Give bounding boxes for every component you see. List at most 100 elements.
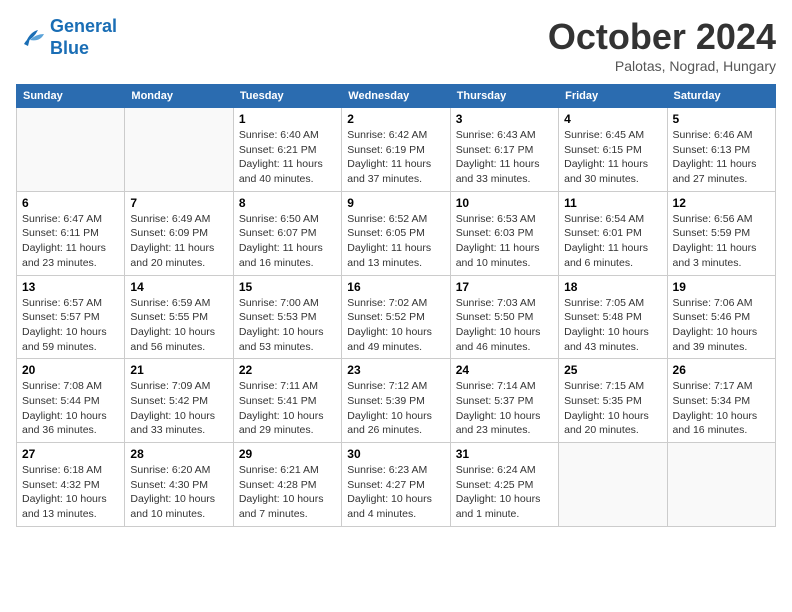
- calendar-cell: 5 Sunrise: 6:46 AM Sunset: 6:13 PM Daylig…: [667, 108, 775, 192]
- calendar-cell: [125, 108, 233, 192]
- page-header: General Blue October 2024 Palotas, Nogra…: [16, 16, 776, 74]
- day-info: Sunrise: 7:17 AM Sunset: 5:34 PM Dayligh…: [673, 379, 770, 438]
- calendar-cell: 1 Sunrise: 6:40 AM Sunset: 6:21 PM Daylig…: [233, 108, 341, 192]
- day-number: 30: [347, 447, 444, 461]
- calendar-cell: 10 Sunrise: 6:53 AM Sunset: 6:03 PM Dayli…: [450, 191, 558, 275]
- day-info: Sunrise: 6:49 AM Sunset: 6:09 PM Dayligh…: [130, 212, 227, 271]
- day-info: Sunrise: 6:45 AM Sunset: 6:15 PM Dayligh…: [564, 128, 661, 187]
- day-number: 21: [130, 363, 227, 377]
- day-info: Sunrise: 7:02 AM Sunset: 5:52 PM Dayligh…: [347, 296, 444, 355]
- day-info: Sunrise: 6:40 AM Sunset: 6:21 PM Dayligh…: [239, 128, 336, 187]
- day-number: 6: [22, 196, 119, 210]
- weekday-header: Wednesday: [342, 85, 450, 108]
- calendar-cell: 6 Sunrise: 6:47 AM Sunset: 6:11 PM Daylig…: [17, 191, 125, 275]
- calendar-table: SundayMondayTuesdayWednesdayThursdayFrid…: [16, 84, 776, 527]
- day-number: 19: [673, 280, 770, 294]
- calendar-cell: 27 Sunrise: 6:18 AM Sunset: 4:32 PM Dayli…: [17, 443, 125, 527]
- day-number: 23: [347, 363, 444, 377]
- day-number: 18: [564, 280, 661, 294]
- day-info: Sunrise: 6:52 AM Sunset: 6:05 PM Dayligh…: [347, 212, 444, 271]
- day-info: Sunrise: 7:15 AM Sunset: 5:35 PM Dayligh…: [564, 379, 661, 438]
- calendar-cell: 2 Sunrise: 6:42 AM Sunset: 6:19 PM Daylig…: [342, 108, 450, 192]
- day-number: 17: [456, 280, 553, 294]
- day-number: 22: [239, 363, 336, 377]
- day-number: 10: [456, 196, 553, 210]
- day-number: 26: [673, 363, 770, 377]
- day-info: Sunrise: 7:14 AM Sunset: 5:37 PM Dayligh…: [456, 379, 553, 438]
- day-info: Sunrise: 6:56 AM Sunset: 5:59 PM Dayligh…: [673, 212, 770, 271]
- calendar-cell: 8Sunrise: 6:50 AM Sunset: 6:07 PM Daylig…: [233, 191, 341, 275]
- day-info: Sunrise: 6:24 AM Sunset: 4:25 PM Dayligh…: [456, 463, 553, 522]
- calendar-cell: [667, 443, 775, 527]
- location-subtitle: Palotas, Nograd, Hungary: [548, 58, 776, 74]
- calendar-cell: [17, 108, 125, 192]
- calendar-week-row: 20 Sunrise: 7:08 AM Sunset: 5:44 PM Dayli…: [17, 359, 776, 443]
- day-info: Sunrise: 7:12 AM Sunset: 5:39 PM Dayligh…: [347, 379, 444, 438]
- logo: General Blue: [16, 16, 117, 59]
- day-info: Sunrise: 6:57 AM Sunset: 5:57 PM Dayligh…: [22, 296, 119, 355]
- day-info: Sunrise: 7:06 AM Sunset: 5:46 PM Dayligh…: [673, 296, 770, 355]
- day-info: Sunrise: 6:42 AM Sunset: 6:19 PM Dayligh…: [347, 128, 444, 187]
- title-block: October 2024 Palotas, Nograd, Hungary: [548, 16, 776, 74]
- day-info: Sunrise: 6:59 AM Sunset: 5:55 PM Dayligh…: [130, 296, 227, 355]
- day-number: 15: [239, 280, 336, 294]
- day-number: 14: [130, 280, 227, 294]
- calendar-cell: 19 Sunrise: 7:06 AM Sunset: 5:46 PM Dayli…: [667, 275, 775, 359]
- month-title: October 2024: [548, 16, 776, 58]
- day-number: 5: [673, 112, 770, 126]
- day-info: Sunrise: 6:47 AM Sunset: 6:11 PM Dayligh…: [22, 212, 119, 271]
- day-info: Sunrise: 7:08 AM Sunset: 5:44 PM Dayligh…: [22, 379, 119, 438]
- day-info: Sunrise: 6:18 AM Sunset: 4:32 PM Dayligh…: [22, 463, 119, 522]
- weekday-header-row: SundayMondayTuesdayWednesdayThursdayFrid…: [17, 85, 776, 108]
- weekday-header: Monday: [125, 85, 233, 108]
- calendar-cell: 15Sunrise: 7:00 AM Sunset: 5:53 PM Dayli…: [233, 275, 341, 359]
- calendar-cell: 16Sunrise: 7:02 AM Sunset: 5:52 PM Dayli…: [342, 275, 450, 359]
- day-number: 29: [239, 447, 336, 461]
- calendar-cell: 28 Sunrise: 6:20 AM Sunset: 4:30 PM Dayli…: [125, 443, 233, 527]
- day-info: Sunrise: 6:46 AM Sunset: 6:13 PM Dayligh…: [673, 128, 770, 187]
- day-number: 27: [22, 447, 119, 461]
- day-number: 28: [130, 447, 227, 461]
- calendar-cell: 7 Sunrise: 6:49 AM Sunset: 6:09 PM Daylig…: [125, 191, 233, 275]
- day-info: Sunrise: 6:53 AM Sunset: 6:03 PM Dayligh…: [456, 212, 553, 271]
- day-number: 2: [347, 112, 444, 126]
- calendar-cell: 3Sunrise: 6:43 AM Sunset: 6:17 PM Daylig…: [450, 108, 558, 192]
- calendar-week-row: 13Sunrise: 6:57 AM Sunset: 5:57 PM Dayli…: [17, 275, 776, 359]
- day-info: Sunrise: 7:03 AM Sunset: 5:50 PM Dayligh…: [456, 296, 553, 355]
- calendar-cell: 24 Sunrise: 7:14 AM Sunset: 5:37 PM Dayli…: [450, 359, 558, 443]
- calendar-week-row: 27 Sunrise: 6:18 AM Sunset: 4:32 PM Dayli…: [17, 443, 776, 527]
- day-number: 11: [564, 196, 661, 210]
- calendar-cell: 20 Sunrise: 7:08 AM Sunset: 5:44 PM Dayli…: [17, 359, 125, 443]
- day-info: Sunrise: 6:50 AM Sunset: 6:07 PM Dayligh…: [239, 212, 336, 271]
- day-number: 24: [456, 363, 553, 377]
- calendar-cell: 4Sunrise: 6:45 AM Sunset: 6:15 PM Daylig…: [559, 108, 667, 192]
- logo-text: General Blue: [50, 16, 117, 59]
- day-number: 7: [130, 196, 227, 210]
- calendar-cell: 11 Sunrise: 6:54 AM Sunset: 6:01 PM Dayli…: [559, 191, 667, 275]
- day-info: Sunrise: 7:05 AM Sunset: 5:48 PM Dayligh…: [564, 296, 661, 355]
- calendar-cell: 22 Sunrise: 7:11 AM Sunset: 5:41 PM Dayli…: [233, 359, 341, 443]
- calendar-cell: 30 Sunrise: 6:23 AM Sunset: 4:27 PM Dayli…: [342, 443, 450, 527]
- calendar-cell: 9Sunrise: 6:52 AM Sunset: 6:05 PM Daylig…: [342, 191, 450, 275]
- day-info: Sunrise: 6:21 AM Sunset: 4:28 PM Dayligh…: [239, 463, 336, 522]
- calendar-cell: 21Sunrise: 7:09 AM Sunset: 5:42 PM Dayli…: [125, 359, 233, 443]
- day-number: 1: [239, 112, 336, 126]
- day-info: Sunrise: 7:11 AM Sunset: 5:41 PM Dayligh…: [239, 379, 336, 438]
- day-info: Sunrise: 6:54 AM Sunset: 6:01 PM Dayligh…: [564, 212, 661, 271]
- calendar-cell: 26 Sunrise: 7:17 AM Sunset: 5:34 PM Dayli…: [667, 359, 775, 443]
- day-info: Sunrise: 6:43 AM Sunset: 6:17 PM Dayligh…: [456, 128, 553, 187]
- weekday-header: Tuesday: [233, 85, 341, 108]
- day-number: 20: [22, 363, 119, 377]
- calendar-cell: 25 Sunrise: 7:15 AM Sunset: 5:35 PM Dayli…: [559, 359, 667, 443]
- calendar-cell: 31Sunrise: 6:24 AM Sunset: 4:25 PM Dayli…: [450, 443, 558, 527]
- day-number: 25: [564, 363, 661, 377]
- calendar-week-row: 1 Sunrise: 6:40 AM Sunset: 6:21 PM Daylig…: [17, 108, 776, 192]
- calendar-cell: 23 Sunrise: 7:12 AM Sunset: 5:39 PM Dayli…: [342, 359, 450, 443]
- weekday-header: Sunday: [17, 85, 125, 108]
- day-info: Sunrise: 6:20 AM Sunset: 4:30 PM Dayligh…: [130, 463, 227, 522]
- calendar-cell: 14 Sunrise: 6:59 AM Sunset: 5:55 PM Dayli…: [125, 275, 233, 359]
- calendar-cell: 18 Sunrise: 7:05 AM Sunset: 5:48 PM Dayli…: [559, 275, 667, 359]
- calendar-cell: [559, 443, 667, 527]
- weekday-header: Saturday: [667, 85, 775, 108]
- day-info: Sunrise: 6:23 AM Sunset: 4:27 PM Dayligh…: [347, 463, 444, 522]
